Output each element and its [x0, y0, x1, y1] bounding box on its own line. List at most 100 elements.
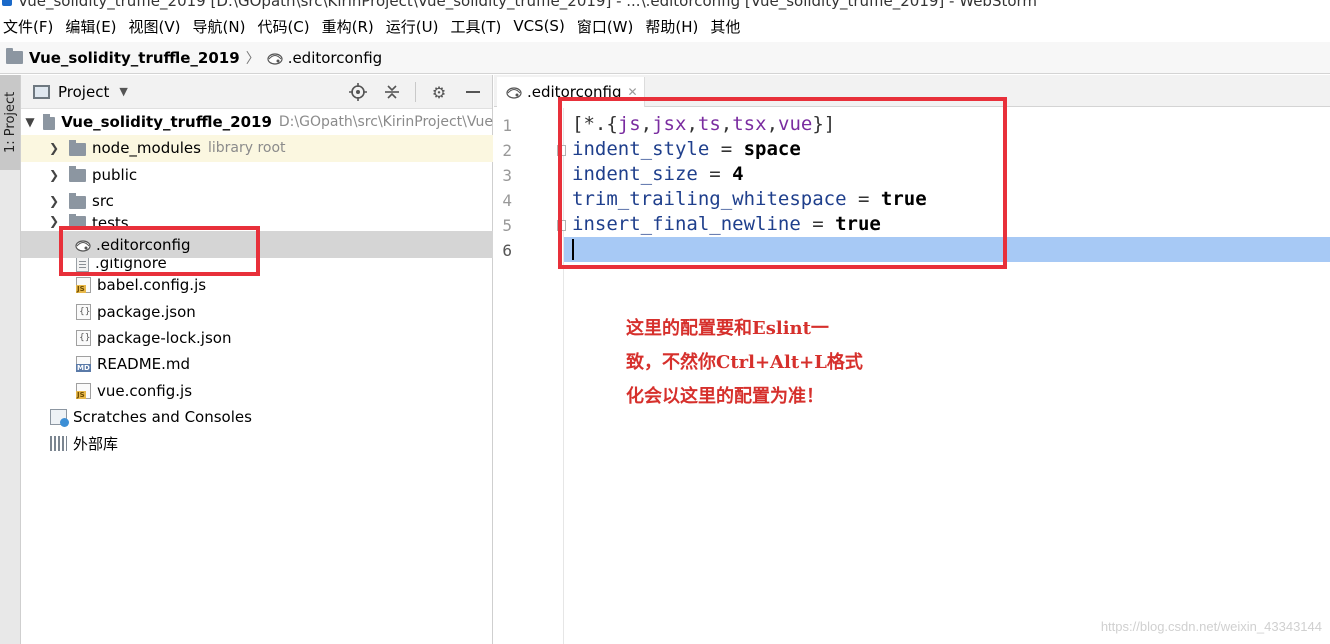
- menu-file[interactable]: 文件(F): [0, 16, 62, 37]
- tree-item-tests[interactable]: ❯ tests: [21, 214, 493, 230]
- divider: [415, 82, 416, 102]
- watermark: https://blog.csdn.net/weixin_43343144: [1100, 619, 1322, 634]
- tree-item-editorconfig[interactable]: .editorconfig: [21, 231, 493, 259]
- code-line-3: indent_size = 4: [572, 163, 744, 185]
- fold-marker-icon[interactable]: [557, 145, 566, 156]
- tool-window-strip: 1: Project: [0, 75, 21, 644]
- project-panel-header: Project ▼ ⚙: [21, 75, 492, 109]
- text-caret: [572, 239, 574, 260]
- close-icon[interactable]: ✕: [627, 85, 637, 99]
- ext-tsx: tsx: [732, 113, 767, 135]
- tree-item-label: .editorconfig: [96, 235, 191, 254]
- code-line-6: [572, 237, 927, 262]
- chevron-right-icon: 〉: [245, 50, 260, 67]
- tree-item-package-lock[interactable]: package-lock.json: [21, 325, 493, 351]
- code-line-2: indent_style = space: [572, 138, 801, 160]
- library-root-note: library root: [207, 140, 286, 157]
- section-open: [*.{: [572, 113, 618, 135]
- tab-editorconfig[interactable]: .editorconfig ✕: [497, 77, 645, 107]
- project-view-icon: [33, 84, 50, 99]
- tree-item-public[interactable]: ❯ public: [21, 162, 493, 188]
- folder-icon: [69, 214, 86, 230]
- chevron-right-icon[interactable]: ❯: [47, 214, 61, 228]
- menu-help[interactable]: 帮助(H): [642, 16, 707, 37]
- markdown-file-icon: [76, 356, 91, 373]
- library-icon: [50, 435, 67, 451]
- editor-tab-bar: .editorconfig ✕: [494, 75, 1330, 107]
- menu-run[interactable]: 运行(U): [383, 16, 448, 37]
- menu-vcs[interactable]: VCS(S): [510, 17, 573, 35]
- js-file-icon: [76, 277, 91, 294]
- menu-code[interactable]: 代码(C): [254, 16, 318, 37]
- folder-icon: [43, 113, 56, 130]
- breadcrumb-file[interactable]: .editorconfig: [288, 49, 382, 67]
- chevron-right-icon[interactable]: ❯: [47, 141, 61, 155]
- ext-jsx: jsx: [652, 113, 687, 135]
- chevron-right-icon[interactable]: ❯: [47, 168, 61, 182]
- gear-icon[interactable]: ⚙: [428, 81, 450, 103]
- tree-item-vue-config[interactable]: vue.config.js: [21, 377, 493, 403]
- config-value: space: [743, 138, 801, 160]
- project-tree: ▼ Vue_solidity_truffle_2019 D:\GOpath\sr…: [21, 109, 493, 456]
- folder-icon: [6, 48, 23, 64]
- ext-vue: vue: [778, 113, 813, 135]
- tree-item-label: vue.config.js: [97, 381, 193, 400]
- code-line-4: trim_trailing_whitespace = true: [572, 188, 927, 210]
- tree-item-src[interactable]: ❯ src: [21, 188, 493, 214]
- line-number: 2: [502, 141, 512, 160]
- tree-item-external-libraries[interactable]: 外部库: [21, 430, 493, 456]
- breadcrumb-project[interactable]: Vue_solidity_truffle_2019: [29, 49, 240, 67]
- tree-item-readme[interactable]: README.md: [21, 351, 493, 377]
- section-close: }]: [812, 113, 836, 135]
- locate-target-icon[interactable]: [347, 81, 369, 103]
- menu-tools[interactable]: 工具(T): [447, 16, 510, 37]
- config-key: indent_style: [572, 138, 710, 160]
- menu-refactor[interactable]: 重构(R): [319, 16, 383, 37]
- folder-icon: [69, 139, 86, 156]
- editorconfig-icon: [266, 50, 284, 66]
- line-number: 1: [502, 116, 512, 135]
- root-name: Vue_solidity_truffle_2019: [61, 113, 272, 132]
- menu-navigate[interactable]: 导航(N): [190, 16, 255, 37]
- tree-item-gitignore[interactable]: .gitignore: [21, 258, 493, 273]
- fold-marker-icon[interactable]: [557, 220, 566, 231]
- tree-item-label: src: [92, 192, 114, 211]
- menu-other[interactable]: 其他: [707, 16, 749, 37]
- json-file-icon: [76, 303, 91, 320]
- tree-item-scratches[interactable]: Scratches and Consoles: [21, 404, 493, 430]
- tree-item-label: node_modules: [92, 139, 201, 158]
- project-panel-title[interactable]: Project: [58, 83, 109, 101]
- menu-edit[interactable]: 编辑(E): [62, 16, 125, 37]
- tree-item-label: .gitignore: [95, 258, 167, 273]
- tree-root[interactable]: ▼ Vue_solidity_truffle_2019 D:\GOpath\sr…: [21, 109, 493, 135]
- json-file-icon: [76, 329, 91, 346]
- config-key: indent_size: [572, 163, 698, 185]
- line-number: 3: [502, 166, 512, 185]
- tree-item-label: package-lock.json: [97, 328, 232, 347]
- chevron-down-icon[interactable]: ▼: [119, 85, 127, 98]
- tree-item-package-json[interactable]: package.json: [21, 298, 493, 324]
- menu-window[interactable]: 窗口(W): [574, 16, 643, 37]
- code-line-5: insert_final_newline = true: [572, 213, 881, 235]
- minimize-icon[interactable]: [462, 81, 484, 103]
- line-number: 5: [502, 216, 512, 235]
- chevron-down-icon[interactable]: ▼: [25, 115, 35, 129]
- project-tool-tab[interactable]: 1: Project: [0, 75, 20, 170]
- chevron-right-icon[interactable]: ❯: [47, 194, 61, 208]
- navigation-bar: Vue_solidity_truffle_2019 〉 .editorconfi…: [0, 42, 1330, 74]
- webstorm-logo-icon: [2, 0, 12, 6]
- tree-item-babel-config[interactable]: babel.config.js: [21, 272, 493, 298]
- scratches-icon: [50, 408, 69, 427]
- menu-view[interactable]: 视图(V): [126, 16, 190, 37]
- tree-item-label: tests: [92, 214, 129, 231]
- collapse-all-icon[interactable]: [381, 81, 403, 103]
- tree-item-node-modules[interactable]: ❯ node_modules library root: [21, 135, 493, 162]
- editorconfig-icon: [74, 237, 92, 253]
- config-value: true: [835, 213, 881, 235]
- tab-label: .editorconfig: [527, 83, 622, 101]
- menu-bar: 文件(F) 编辑(E) 视图(V) 导航(N) 代码(C) 重构(R) 运行(U…: [0, 12, 1330, 40]
- code-content[interactable]: [*.{js,jsx,ts,tsx,vue}] indent_style = s…: [572, 112, 927, 262]
- annotation-note: 这里的配置要和Eslint一 致，不然你Ctrl+Alt+L格式 化会以这里的配…: [626, 312, 926, 414]
- config-key: insert_final_newline: [572, 213, 801, 235]
- tree-item-label: package.json: [97, 302, 196, 321]
